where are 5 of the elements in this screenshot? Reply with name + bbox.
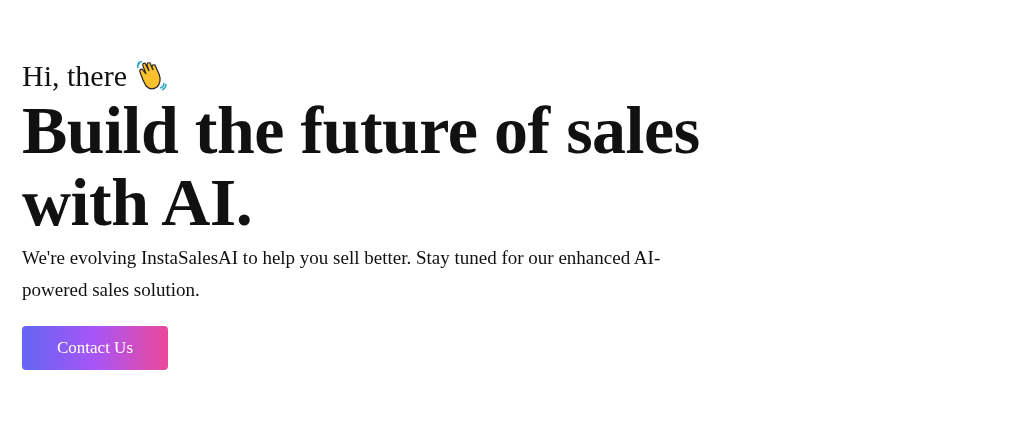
headline: Build the future of sales with AI. [22, 94, 701, 238]
description: We're evolving InstaSalesAI to help you sell better. Stay tuned for our enhanced AI-powered sales solution. [22, 246, 662, 302]
greeting: Hi, there [22, 58, 127, 94]
waving-hand-icon [134, 60, 167, 92]
contact-us-button[interactable]: Contact Us [22, 326, 168, 370]
